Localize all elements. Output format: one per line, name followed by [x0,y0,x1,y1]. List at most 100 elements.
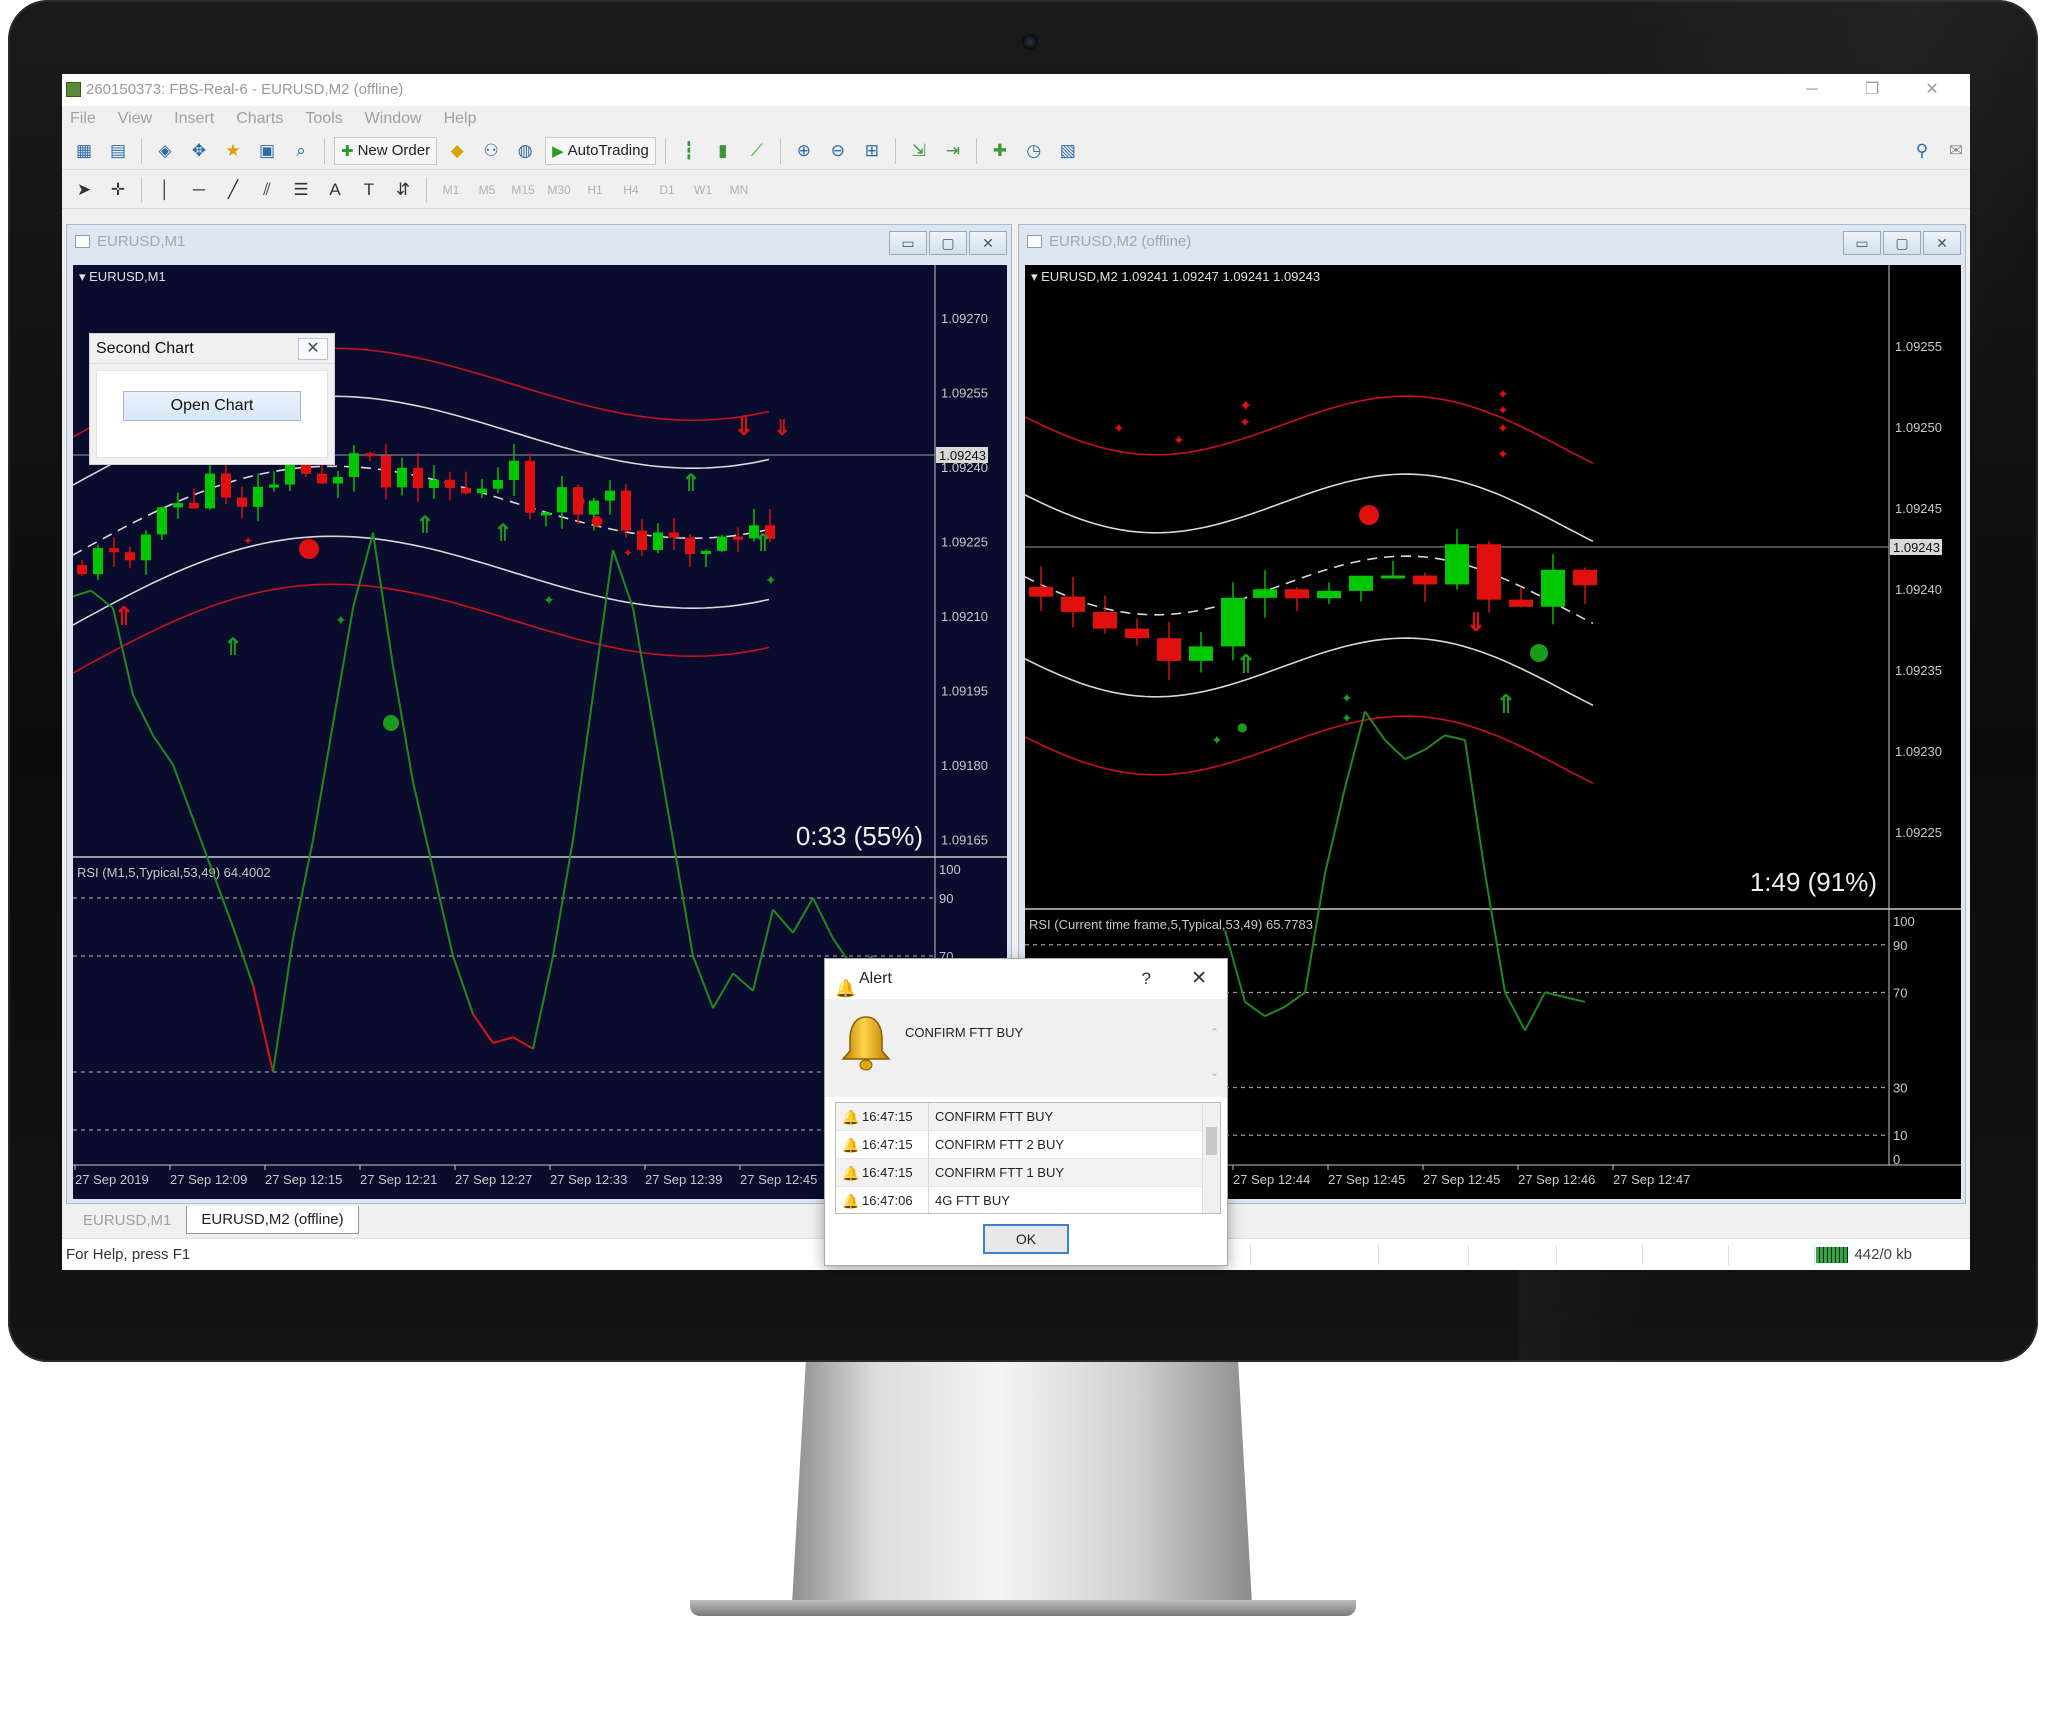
bell-icon: 🔔 [842,1165,860,1181]
signal-arrow-icon: ✦ [1497,447,1509,463]
templates-icon[interactable]: ▧ [1054,138,1082,164]
market-icon[interactable]: ◍ [511,138,539,164]
signal-arrow-icon: ✦ [623,546,633,560]
trendline-icon[interactable]: ╱ [219,177,247,203]
timeframe-m15[interactable]: M15 [508,183,538,197]
signal-arrow-icon: ✦ [1341,691,1353,707]
menu-insert[interactable]: Insert [174,106,214,132]
rsi-line-segment [772,908,794,934]
signals-icon[interactable]: ⚇ [477,138,505,164]
list-item[interactable]: 🔔 16:47:06 4G FTT BUY [836,1187,1220,1213]
bar-chart-icon[interactable]: ┇ [675,138,703,164]
text-label-icon[interactable]: T [355,177,383,203]
periods-icon[interactable]: ◷ [1020,138,1048,164]
window-title: 260150373: FBS-Real-6 - EURUSD,M2 (offli… [86,81,404,98]
line-chart-icon[interactable]: ⟋ [743,138,771,164]
data-window-icon[interactable]: ✥ [185,138,213,164]
menu-view[interactable]: View [118,106,152,132]
candle-countdown: 0:33 (55%) [796,821,923,851]
terminal-icon[interactable]: ▣ [253,138,281,164]
vertical-line-icon[interactable]: │ [151,177,179,203]
price-tick-label: 1.09255 [1895,339,1942,354]
upper-band-line [1025,473,1594,543]
rsi-line-segment [252,984,274,1073]
menu-tools[interactable]: Tools [305,106,342,132]
signal-arrow-icon: ✦ [543,593,555,609]
timeframe-m1[interactable]: M1 [436,183,466,197]
timeframe-m5[interactable]: M5 [472,183,502,197]
price-tick-label: 1.09210 [941,609,988,624]
search-icon[interactable]: ⚲ [1908,138,1936,164]
candlestick-icon[interactable]: ▮ [709,138,737,164]
menu-help[interactable]: Help [444,106,477,132]
timeframe-mn[interactable]: MN [724,183,754,197]
chart-close-button[interactable]: ✕ [1923,231,1961,255]
chart-maximize-button[interactable]: ▢ [1883,231,1921,255]
time-tick-label: 27 Sep 12:39 [645,1172,722,1187]
chart-minimize-button[interactable]: ▭ [1843,231,1881,255]
zoom-in-icon[interactable]: ⊕ [790,138,818,164]
open-chart-button[interactable]: Open Chart [123,391,301,421]
list-scrollbar[interactable] [1202,1103,1220,1213]
chart-window-icon [75,235,90,248]
market-watch-icon[interactable]: ◈ [151,138,179,164]
text-icon[interactable]: A [321,177,349,203]
list-item[interactable]: 🔔 16:47:15 CONFIRM FTT 1 BUY [836,1159,1220,1187]
camera-icon [1022,34,1038,50]
candle-body [557,487,567,513]
horizontal-line-icon[interactable]: ─ [185,177,213,203]
profiles-icon[interactable]: ▤ [104,138,132,164]
new-chart-icon[interactable]: ▦ [70,138,98,164]
cursor-icon[interactable]: ➤ [70,177,98,203]
tile-windows-icon[interactable]: ⊞ [858,138,886,164]
timeframe-w1[interactable]: W1 [688,183,718,197]
strategy-tester-icon[interactable]: ⌕ [287,138,315,164]
auto-scroll-icon[interactable]: ⇲ [905,138,933,164]
alert-history-list[interactable]: 🔔 16:47:15 CONFIRM FTT BUY 🔔 16:47:15 CO… [835,1102,1221,1214]
restore-button[interactable]: ❐ [1842,74,1902,106]
minimize-button[interactable]: ─ [1782,74,1842,106]
ok-button[interactable]: OK [983,1224,1069,1254]
signal-dot-icon [1359,505,1379,525]
list-item[interactable]: 🔔 16:47:15 CONFIRM FTT 2 BUY [836,1131,1220,1159]
rsi-line-segment [1444,734,1466,742]
chart-minimize-button[interactable]: ▭ [889,231,927,255]
help-button[interactable]: ? [1142,959,1151,999]
signal-arrow-icon: ⇑ [681,469,701,497]
close-button[interactable]: ✕ [1902,74,1962,106]
menu-window[interactable]: Window [365,106,422,132]
metaeditor-icon[interactable]: ◆ [443,138,471,164]
menu-file[interactable]: File [70,106,96,132]
timeframe-m30[interactable]: M30 [544,183,574,197]
timeframe-d1[interactable]: D1 [652,183,682,197]
alert-close-button[interactable]: ✕ [1191,959,1207,999]
status-help-text: For Help, press F1 [66,1246,191,1263]
chart-maximize-button[interactable]: ▢ [929,231,967,255]
menu-charts[interactable]: Charts [236,106,283,132]
second-chart-close-button[interactable]: ✕ [298,338,328,360]
tab-eurusd-m2[interactable]: EURUSD,M2 (offline) [186,1206,359,1234]
signal-arrow-icon: ⇓ [733,412,755,442]
timeframe-h1[interactable]: H1 [580,183,610,197]
alert-time: 16:47:15 [862,1165,913,1180]
chart-close-button[interactable]: ✕ [969,231,1007,255]
signal-arrow-icon: ✦ [1497,403,1509,419]
fibonacci-icon[interactable]: ☰ [287,177,315,203]
zoom-out-icon[interactable]: ⊖ [824,138,852,164]
crosshair-icon[interactable]: ✛ [104,177,132,203]
indicators-icon[interactable]: ✚ [986,138,1014,164]
timeframe-h4[interactable]: H4 [616,183,646,197]
channel-icon[interactable]: ⫽ [253,177,281,203]
navigator-icon[interactable]: ★ [219,138,247,164]
arrows-icon[interactable]: ⇵ [389,177,417,203]
autotrading-button[interactable]: ▶ AutoTrading [545,136,656,165]
chat-icon[interactable]: ✉ [1942,138,1970,164]
rsi-line-segment [532,955,554,1050]
chart-shift-icon[interactable]: ⇥ [939,138,967,164]
scrollbar-thumb[interactable] [1206,1127,1217,1155]
list-item[interactable]: 🔔 16:47:15 CONFIRM FTT BUY [836,1103,1220,1131]
message-scroll-arrows[interactable]: ⌃ ⌄ [1210,1013,1219,1093]
new-order-button[interactable]: ✚ New Order [334,136,438,165]
connection-bars-icon [1816,1247,1849,1264]
tab-eurusd-m1[interactable]: EURUSD,M1 [68,1206,186,1234]
